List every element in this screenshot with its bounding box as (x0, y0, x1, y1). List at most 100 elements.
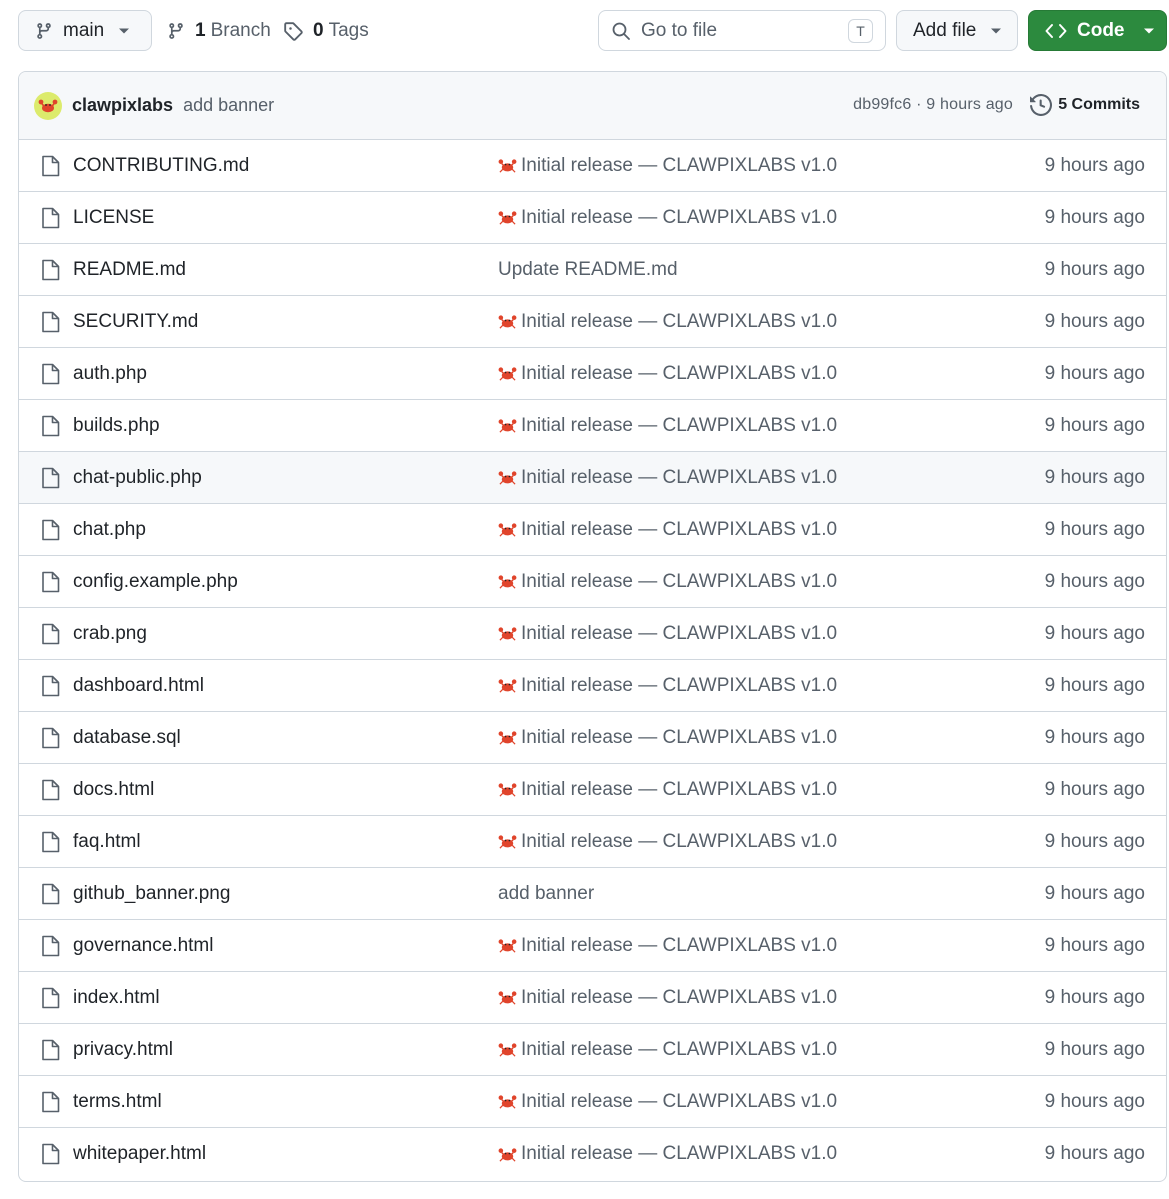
file-name-link[interactable]: privacy.html (73, 1039, 173, 1061)
file-name-link[interactable]: CONTRIBUTING.md (73, 155, 249, 177)
commit-message-link[interactable]: Initial release — CLAWPIXLABS v1.0 (498, 623, 837, 645)
file-row[interactable]: database.sql Initial release — CLAWPIXLAB… (19, 712, 1166, 764)
commit-age[interactable]: 9 hours ago (1045, 675, 1145, 697)
file-row[interactable]: auth.php Initial release — CLAWPIXLABS v1… (19, 348, 1166, 400)
commit-age[interactable]: 9 hours ago (1045, 883, 1145, 905)
commit-age[interactable]: 9 hours ago (1045, 935, 1145, 957)
commit-sha-time[interactable]: db99fc6 · 9 hours ago (853, 96, 1013, 114)
commit-message-link[interactable]: Initial release — CLAWPIXLABS v1.0 (498, 987, 837, 1009)
crab-emoji-icon (498, 781, 517, 798)
file-row[interactable]: faq.html Initial release — CLAWPIXLABS v1… (19, 816, 1166, 868)
commit-age[interactable]: 9 hours ago (1045, 467, 1145, 489)
commit-message-link[interactable]: Initial release — CLAWPIXLABS v1.0 (498, 207, 837, 229)
add-file-button[interactable]: Add file (896, 10, 1018, 51)
commit-message-link[interactable]: Initial release — CLAWPIXLABS v1.0 (498, 831, 837, 853)
file-name-link[interactable]: index.html (73, 987, 160, 1009)
file-name-link[interactable]: auth.php (73, 363, 147, 385)
file-row[interactable]: builds.php Initial release — CLAWPIXLABS … (19, 400, 1166, 452)
file-row[interactable]: index.html Initial release — CLAWPIXLABS … (19, 972, 1166, 1024)
commit-message[interactable]: add banner (183, 95, 274, 116)
file-row[interactable]: chat-public.php Initial release — CLAWPIX… (19, 452, 1166, 504)
branches-link[interactable]: 1 Branch (167, 10, 271, 51)
file-row[interactable]: LICENSE Initial release — CLAWPIXLABS v1.… (19, 192, 1166, 244)
commit-age[interactable]: 9 hours ago (1045, 1143, 1145, 1165)
file-row[interactable]: dashboard.html Initial release — CLAWPIXL… (19, 660, 1166, 712)
file-table: clawpixlabs add banner db99fc6 · 9 hours… (18, 71, 1167, 1182)
file-row[interactable]: privacy.html Initial release — CLAWPIXLAB… (19, 1024, 1166, 1076)
commit-message-link[interactable]: Initial release — CLAWPIXLABS v1.0 (498, 779, 837, 801)
file-name-link[interactable]: dashboard.html (73, 675, 204, 697)
commit-age[interactable]: 9 hours ago (1045, 311, 1145, 333)
git-branch-icon (35, 21, 53, 41)
commit-message-text: Initial release — CLAWPIXLABS v1.0 (521, 1090, 838, 1112)
commit-age[interactable]: 9 hours ago (1045, 831, 1145, 853)
file-row[interactable]: whitepaper.html Initial release — CLAWPIX… (19, 1128, 1166, 1180)
file-name-link[interactable]: docs.html (73, 779, 154, 801)
commit-message-link[interactable]: add banner (498, 883, 594, 905)
commit-age[interactable]: 9 hours ago (1045, 1091, 1145, 1113)
commit-message-link[interactable]: Initial release — CLAWPIXLABS v1.0 (498, 675, 837, 697)
commit-message-link[interactable]: Initial release — CLAWPIXLABS v1.0 (498, 1039, 837, 1061)
file-name-link[interactable]: chat.php (73, 519, 146, 541)
commit-message-link[interactable]: Initial release — CLAWPIXLABS v1.0 (498, 519, 837, 541)
commit-message-link[interactable]: Initial release — CLAWPIXLABS v1.0 (498, 155, 837, 177)
go-to-file-input[interactable]: Go to file T (598, 10, 886, 51)
file-name-link[interactable]: whitepaper.html (73, 1143, 206, 1165)
avatar[interactable] (34, 91, 62, 120)
commit-age[interactable]: 9 hours ago (1045, 727, 1145, 749)
file-name-link[interactable]: database.sql (73, 727, 181, 749)
search-icon (611, 21, 631, 41)
commit-age[interactable]: 9 hours ago (1045, 779, 1145, 801)
commit-author[interactable]: clawpixlabs (72, 95, 173, 116)
file-name-link[interactable]: crab.png (73, 623, 147, 645)
commit-message-link[interactable]: Initial release — CLAWPIXLABS v1.0 (498, 363, 837, 385)
commits-link[interactable]: 5 Commits (1030, 94, 1140, 116)
commit-age[interactable]: 9 hours ago (1045, 1039, 1145, 1061)
commit-age[interactable]: 9 hours ago (1045, 415, 1145, 437)
crab-emoji-icon (498, 573, 517, 590)
commit-message-link[interactable]: Initial release — CLAWPIXLABS v1.0 (498, 571, 837, 593)
file-name-link[interactable]: github_banner.png (73, 883, 230, 905)
file-row[interactable]: github_banner.png add banner 9 hours ago (19, 868, 1166, 920)
file-row[interactable]: CONTRIBUTING.md Initial release — CLAWPIX… (19, 140, 1166, 192)
file-row[interactable]: governance.html Initial release — CLAWPIX… (19, 920, 1166, 972)
code-button[interactable]: Code (1028, 10, 1167, 51)
commit-message-text: Initial release — CLAWPIXLABS v1.0 (521, 518, 838, 540)
commit-message-link[interactable]: Initial release — CLAWPIXLABS v1.0 (498, 467, 837, 489)
file-name-link[interactable]: LICENSE (73, 207, 154, 229)
commit-age[interactable]: 9 hours ago (1045, 207, 1145, 229)
file-name-link[interactable]: governance.html (73, 935, 213, 957)
file-name-link[interactable]: config.example.php (73, 571, 238, 593)
file-name-link[interactable]: builds.php (73, 415, 160, 437)
commit-age[interactable]: 9 hours ago (1045, 987, 1145, 1009)
file-row[interactable]: README.md Update README.md 9 hours ago (19, 244, 1166, 296)
commit-age[interactable]: 9 hours ago (1045, 623, 1145, 645)
commit-message-link[interactable]: Initial release — CLAWPIXLABS v1.0 (498, 1091, 837, 1113)
file-row[interactable]: chat.php Initial release — CLAWPIXLABS v1… (19, 504, 1166, 556)
file-row[interactable]: SECURITY.md Initial release — CLAWPIXLABS… (19, 296, 1166, 348)
file-name-link[interactable]: terms.html (73, 1091, 162, 1113)
file-icon (41, 415, 60, 437)
commit-age[interactable]: 9 hours ago (1045, 259, 1145, 281)
branch-selector-button[interactable]: main (18, 10, 152, 51)
file-name-link[interactable]: SECURITY.md (73, 311, 198, 333)
commit-message-link[interactable]: Initial release — CLAWPIXLABS v1.0 (498, 311, 837, 333)
file-name-link[interactable]: faq.html (73, 831, 141, 853)
commit-message-link[interactable]: Initial release — CLAWPIXLABS v1.0 (498, 727, 837, 749)
file-row[interactable]: crab.png Initial release — CLAWPIXLABS v1… (19, 608, 1166, 660)
commit-age[interactable]: 9 hours ago (1045, 363, 1145, 385)
commit-message-text: Initial release — CLAWPIXLABS v1.0 (521, 570, 838, 592)
tags-link[interactable]: 0 Tags (283, 10, 369, 51)
commit-message-link[interactable]: Initial release — CLAWPIXLABS v1.0 (498, 935, 837, 957)
file-row[interactable]: config.example.php Initial release — CLAW… (19, 556, 1166, 608)
commit-age[interactable]: 9 hours ago (1045, 571, 1145, 593)
file-name-link[interactable]: chat-public.php (73, 467, 202, 489)
commit-message-link[interactable]: Update README.md (498, 259, 678, 281)
commit-message-link[interactable]: Initial release — CLAWPIXLABS v1.0 (498, 415, 837, 437)
commit-age[interactable]: 9 hours ago (1045, 519, 1145, 541)
file-name-link[interactable]: README.md (73, 259, 186, 281)
commit-message-link[interactable]: Initial release — CLAWPIXLABS v1.0 (498, 1143, 837, 1165)
file-row[interactable]: terms.html Initial release — CLAWPIXLABS … (19, 1076, 1166, 1128)
file-row[interactable]: docs.html Initial release — CLAWPIXLABS v… (19, 764, 1166, 816)
commit-age[interactable]: 9 hours ago (1045, 155, 1145, 177)
